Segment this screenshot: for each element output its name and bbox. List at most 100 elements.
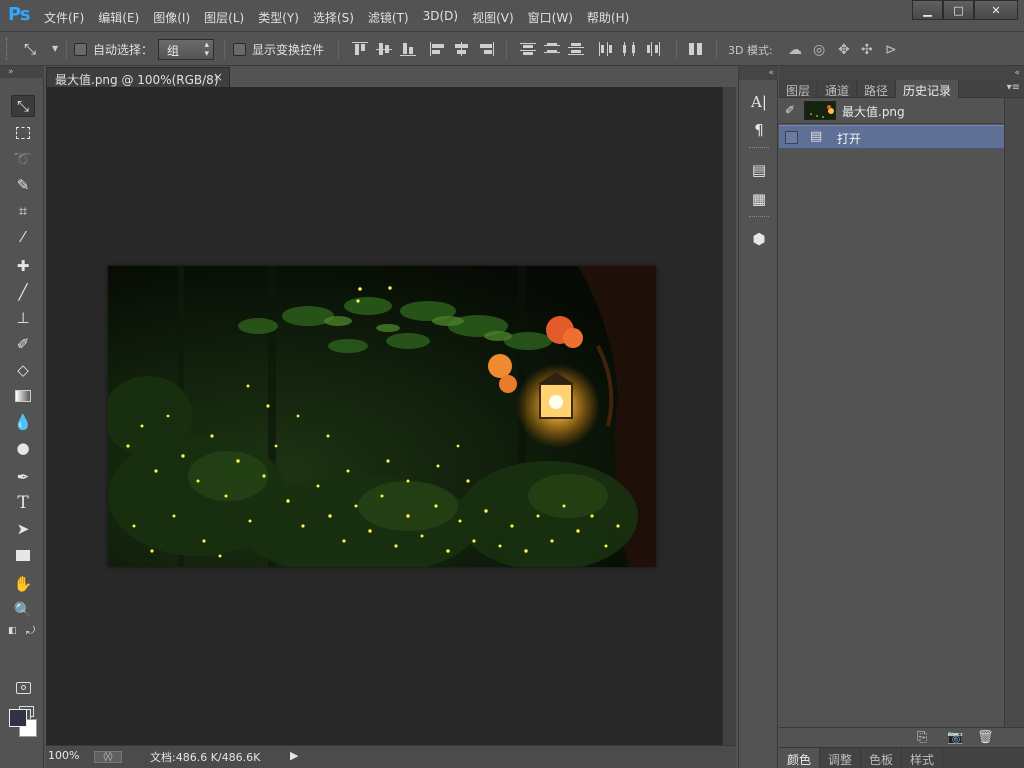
auto-select-checkbox[interactable] [74, 43, 87, 56]
rectangle-tool-icon[interactable] [11, 544, 35, 566]
menu-layer[interactable]: 图层(L) [204, 9, 244, 26]
menu-help[interactable]: 帮助(H) [587, 9, 629, 26]
distribute-bottom-icon[interactable] [568, 42, 584, 56]
menu-window[interactable]: 窗口(W) [528, 9, 573, 26]
distribute-left-icon[interactable] [598, 42, 614, 56]
auto-align-icon[interactable] [688, 42, 704, 56]
eraser-icon[interactable]: ◇ [11, 359, 35, 381]
snapshot-thumbnail [804, 101, 836, 120]
status-preview-icon[interactable]: ◊◊ [94, 751, 122, 763]
blur-icon[interactable]: 💧 [11, 411, 35, 433]
clone-stamp-icon[interactable]: ⊥ [11, 307, 35, 329]
close-button[interactable]: ✕ [974, 0, 1018, 20]
menu-bar: Ps 文件(F) 编辑(E) 图像(I) 图层(L) 类型(Y) 选择(S) 滤… [0, 0, 1024, 32]
path-selection-icon[interactable]: ➤ [11, 518, 35, 540]
character-panel-icon[interactable]: A| [747, 91, 771, 113]
lasso-tool-icon[interactable]: ➰ [11, 148, 35, 170]
3d-slide-icon[interactable]: ✣ [861, 42, 873, 58]
pen-tool-icon[interactable]: ✒ [11, 466, 35, 488]
distribute-vcenter-icon[interactable] [544, 42, 560, 56]
status-menu-arrow-icon[interactable]: ▶ [290, 749, 298, 762]
menu-filter[interactable]: 滤镜(T) [368, 9, 409, 26]
history-brush-icon[interactable]: ✐ [11, 333, 35, 355]
tab-paths[interactable]: 路径 [857, 80, 897, 98]
tab-channels[interactable]: 通道 [818, 80, 858, 98]
auto-select-dropdown[interactable]: 组 ▴ ▾ [158, 39, 214, 60]
menu-image[interactable]: 图像(I) [153, 9, 190, 26]
delete-state-icon[interactable]: 🗑 [977, 730, 994, 745]
canvas-area[interactable] [46, 87, 722, 745]
align-bottom-icon[interactable] [400, 42, 416, 56]
align-left-icon[interactable] [430, 42, 446, 56]
menu-file[interactable]: 文件(F) [44, 9, 84, 26]
document-image[interactable] [108, 266, 656, 567]
default-colors-icon[interactable]: ◧ [8, 626, 17, 636]
3d-roll-icon[interactable]: ◎ [813, 42, 825, 58]
tab-history[interactable]: 历史记录 [896, 80, 960, 98]
healing-brush-icon[interactable]: ✚ [11, 255, 35, 277]
paragraph-panel-icon[interactable]: ¶ [747, 119, 771, 141]
move-tool-preset-icon[interactable]: ⤡ [24, 40, 36, 58]
tab-close-icon[interactable]: × [213, 70, 223, 84]
tab-swatches[interactable]: 色板 [861, 748, 903, 768]
align-vcenter-icon[interactable] [376, 42, 392, 56]
gradient-icon[interactable] [11, 385, 35, 407]
zoom-level[interactable]: 100% [48, 749, 79, 762]
menu-3d[interactable]: 3D(D) [423, 9, 458, 26]
distribute-right-icon[interactable] [646, 42, 662, 56]
new-document-from-state-icon[interactable]: ⎘ [917, 730, 927, 745]
crop-tool-icon[interactable]: ⌗ [11, 200, 35, 222]
3d-panel-icon[interactable]: ⬢ [747, 228, 771, 250]
zoom-tool-icon[interactable]: 🔍 [11, 599, 35, 621]
tab-layers[interactable]: 图层 [779, 80, 819, 98]
minimize-button[interactable]: ▁ [912, 0, 943, 20]
history-scrollbar[interactable] [1004, 98, 1024, 727]
maximize-button[interactable]: □ [943, 0, 974, 20]
show-transform-checkbox[interactable] [233, 43, 246, 56]
menu-type[interactable]: 类型(Y) [258, 9, 299, 26]
properties-panel-icon[interactable]: ▤ [747, 159, 771, 181]
move-tool-icon[interactable]: ⤡ [11, 95, 35, 117]
hand-tool-icon[interactable]: ✋ [11, 573, 35, 595]
canvas-vertical-scrollbar[interactable] [722, 87, 736, 745]
type-tool-icon[interactable]: T [11, 492, 35, 514]
history-snapshot[interactable]: ✐ 最大值.png [779, 98, 1004, 124]
menu-view[interactable]: 视图(V) [472, 9, 514, 26]
dodge-icon[interactable]: ● [11, 437, 35, 459]
notes-panel-icon[interactable]: ▦ [747, 188, 771, 210]
foreground-color-swatch[interactable] [9, 709, 27, 727]
swap-colors-icon[interactable]: ⤾ [26, 624, 35, 638]
document-info: 文档:486.6 K/486.6K [150, 751, 261, 764]
show-transform-option[interactable]: 显示变换控件 [233, 41, 324, 58]
quick-selection-icon[interactable]: ✎ [11, 174, 35, 196]
toolbar-collapse-icon[interactable]: » [0, 66, 44, 78]
distribute-hcenter-icon[interactable] [622, 42, 638, 56]
distribute-top-icon[interactable] [520, 42, 536, 56]
brush-tool-icon[interactable]: ╱ [11, 281, 35, 303]
menu-select[interactable]: 选择(S) [313, 9, 354, 26]
history-brush-source-icon[interactable]: ✐ [785, 103, 799, 117]
window-controls: ▁ □ ✕ [912, 0, 1018, 20]
history-brush-source-checkbox[interactable] [785, 131, 798, 144]
align-hcenter-icon[interactable] [454, 42, 470, 56]
document-tab[interactable]: 最大值.png @ 100%(RGB/8) × [46, 67, 230, 87]
tab-styles[interactable]: 样式 [902, 748, 944, 768]
panel-menu-icon[interactable]: ▾≡ [1007, 82, 1020, 93]
dock-collapse-icon[interactable]: « [739, 66, 778, 80]
panel-collapse-icon[interactable]: « [779, 66, 1024, 80]
quick-mask-icon[interactable] [11, 677, 35, 699]
3d-pan-icon[interactable]: ✥ [838, 42, 850, 58]
3d-rotate-icon[interactable]: ☁ [788, 42, 802, 58]
marquee-tool-icon[interactable] [11, 122, 35, 144]
auto-select-option[interactable]: 自动选择： [74, 41, 153, 58]
menu-edit[interactable]: 编辑(E) [98, 9, 139, 26]
align-top-icon[interactable] [352, 42, 368, 56]
eyedropper-icon[interactable]: ⁄ [11, 226, 35, 248]
create-snapshot-icon[interactable]: 📷 [947, 730, 963, 745]
tab-adjustments[interactable]: 调整 [820, 748, 862, 768]
history-item[interactable]: ▤ 打开 [779, 125, 1004, 149]
tab-color[interactable]: 颜色 [779, 748, 821, 768]
preset-dropdown-arrow-icon[interactable]: ▼ [52, 44, 58, 53]
align-right-icon[interactable] [478, 42, 494, 56]
3d-scale-icon[interactable]: ⊳ [885, 42, 897, 58]
